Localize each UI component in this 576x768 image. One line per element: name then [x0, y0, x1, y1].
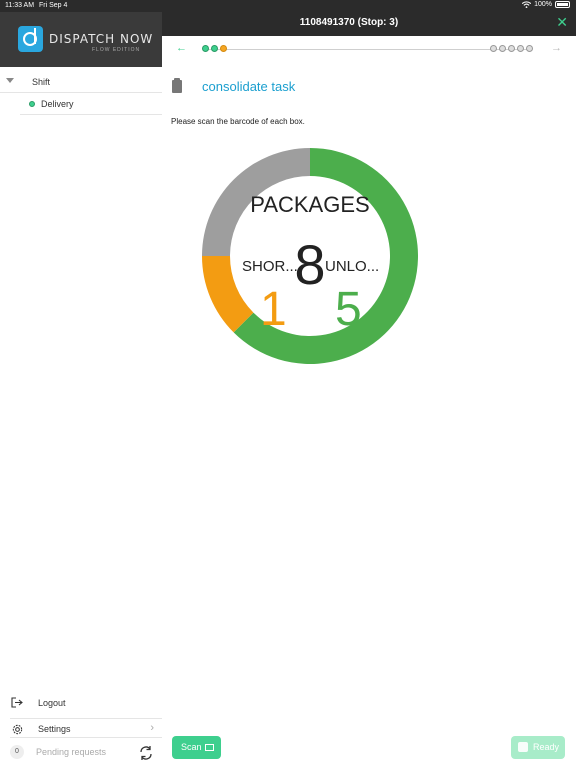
pending-label: Pending requests [36, 747, 107, 757]
logo-icon [18, 26, 43, 52]
logout-label: Logout [38, 698, 66, 708]
page-title: 1108491370 (Stop: 3) [299, 17, 399, 28]
close-button[interactable]: ✕ [556, 15, 568, 29]
sidebar-item-delivery[interactable]: Delivery [20, 95, 162, 115]
progress-dot [508, 45, 515, 52]
sidebar: Shift Delivery Logout Settings › 0 Pendi… [0, 67, 162, 768]
progress-dot [211, 45, 218, 52]
clipboard-icon [172, 78, 182, 93]
unloaded-value: 5 [335, 283, 362, 336]
gear-icon [12, 724, 23, 735]
progress-dot [220, 45, 227, 52]
barcode-icon [205, 744, 214, 751]
progress-dot [517, 45, 524, 52]
status-right: 100% [522, 1, 570, 8]
short-value: 1 [260, 283, 287, 336]
task-title: consolidate task [202, 79, 296, 94]
sidebar-item-shift[interactable]: Shift [0, 73, 162, 93]
scan-label: Scan [181, 742, 202, 752]
logout-button[interactable]: Logout [10, 693, 162, 713]
status-date: Fri Sep 4 [39, 2, 68, 9]
pending-requests: 0 Pending requests [10, 741, 162, 765]
progress-dot [490, 45, 497, 52]
logout-icon [11, 697, 23, 708]
packages-title: PACKAGES [250, 192, 370, 217]
progress-dot [526, 45, 533, 52]
progress-track [207, 49, 531, 50]
sidebar-footer: Logout Settings › 0 Pending requests [0, 693, 162, 768]
caret-down-icon [6, 78, 14, 83]
main-content: consolidate task Please scan the barcode… [162, 63, 576, 768]
progress-dots-right [490, 45, 533, 52]
task-instruction: Please scan the barcode of each box. [171, 117, 305, 126]
donut-labels: PACKAGES SHOR... UNLO... 8 1 5 [202, 148, 418, 364]
arrow-left-icon[interactable]: ← [176, 42, 187, 54]
progress-dots-left [202, 45, 227, 52]
wifi-icon [522, 1, 532, 8]
battery-icon [555, 1, 570, 8]
settings-label: Settings [38, 724, 71, 734]
refresh-icon[interactable] [138, 745, 154, 761]
chevron-right-icon: › [150, 722, 154, 734]
packages-total: 8 [294, 233, 326, 296]
ready-button[interactable]: Ready [511, 736, 565, 759]
brand-subtitle: FLOW EDITION [92, 47, 141, 53]
brand-name: DISPATCH NOW [49, 32, 154, 46]
battery-percent: 100% [534, 1, 552, 8]
scan-button[interactable]: Scan [172, 736, 221, 759]
status-dot-icon [29, 101, 35, 107]
sidebar-item-label: Delivery [41, 99, 74, 109]
pending-count-badge: 0 [10, 745, 24, 759]
brand-area: DISPATCH NOW FLOW EDITION [0, 12, 162, 67]
status-time: 11:33 AM [5, 2, 35, 9]
ready-label: Ready [533, 742, 560, 752]
stop-progress: ← → [162, 36, 576, 63]
progress-dot [202, 45, 209, 52]
box-icon [518, 742, 528, 752]
status-bar: 11:33 AM Fri Sep 4 100% [0, 0, 576, 12]
sidebar-item-label: Shift [32, 77, 51, 87]
arrow-right-icon[interactable]: → [551, 42, 562, 54]
settings-button[interactable]: Settings › [10, 718, 162, 738]
progress-dot [499, 45, 506, 52]
